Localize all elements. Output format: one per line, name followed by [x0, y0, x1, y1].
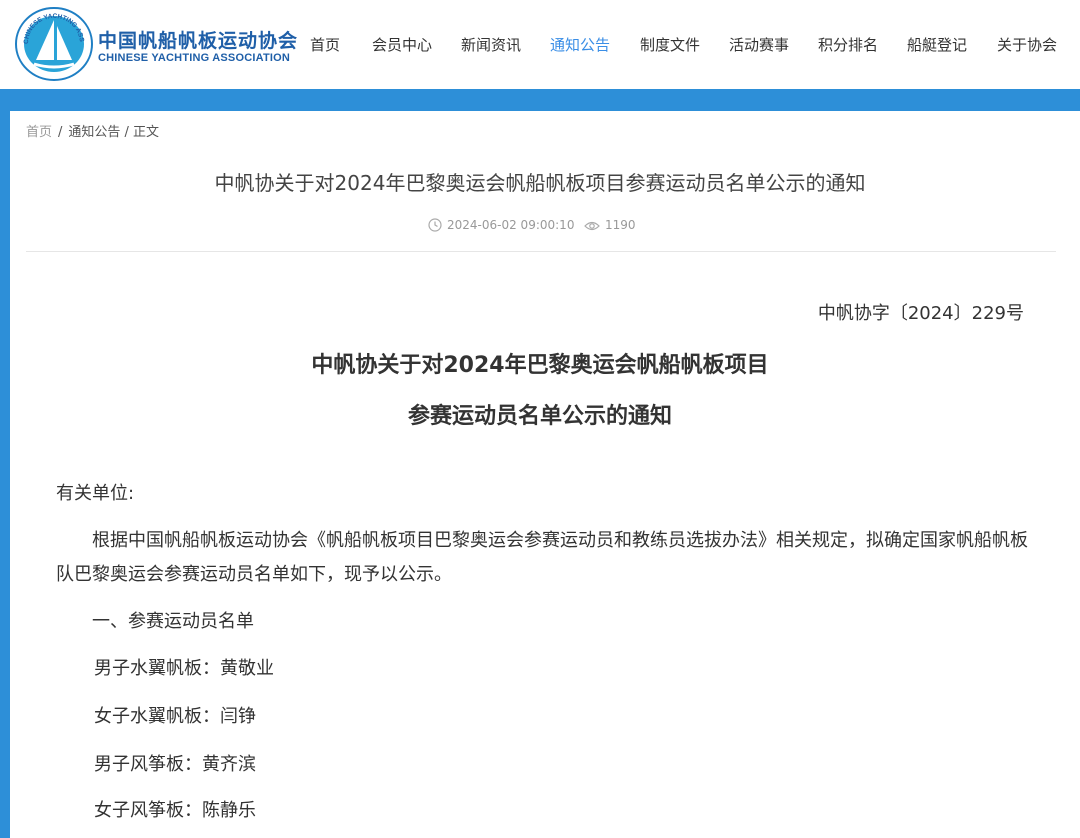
nav-events[interactable]: 活动赛事 — [729, 34, 789, 56]
athlete-entry: 男子水翼帆板：黄敬业 — [94, 658, 274, 679]
clock-icon — [428, 218, 442, 232]
publish-time: 2024-06-02 09:00:10 — [428, 218, 574, 232]
main-nav: 首页 会员中心 新闻资讯 通知公告 制度文件 活动赛事 积分排名 船艇登记 关于… — [0, 34, 1080, 56]
article-panel: 首页 / 通知公告 / 正文 中帆协关于对2024年巴黎奥运会帆船帆板项目参赛运动员… — [10, 111, 1080, 838]
nav-boat-registration[interactable]: 船艇登记 — [907, 34, 967, 56]
nav-home[interactable]: 首页 — [310, 34, 340, 56]
nav-about[interactable]: 关于协会 — [997, 34, 1057, 56]
paragraph-1-line-2: 队巴黎奥运会参赛运动员名单如下，现予以公示。 — [56, 564, 452, 585]
salutation: 有关单位: — [56, 483, 135, 504]
nav-member-center[interactable]: 会员中心 — [372, 34, 432, 56]
eye-icon — [584, 221, 600, 231]
publish-time-value: 2024-06-02 09:00:10 — [447, 218, 575, 232]
breadcrumb-separator: / — [58, 125, 63, 140]
site-header: CHINESE YACHTING ASSOCIATION 中国帆船帆板运动协会 … — [0, 0, 1080, 89]
athlete-entry: 女子风筝板：陈静乐 — [94, 800, 256, 821]
title-divider — [26, 251, 1056, 252]
breadcrumb-current[interactable]: 通知公告 / 正文 — [68, 125, 159, 140]
nav-regulations[interactable]: 制度文件 — [640, 34, 700, 56]
view-count-value: 1190 — [605, 218, 636, 232]
section-heading: 一、参赛运动员名单 — [92, 611, 254, 632]
athlete-entry: 男子风筝板：黄齐滨 — [94, 754, 256, 775]
article-title: 中帆协关于对2024年巴黎奥运会帆船帆板项目参赛运动员名单公示的通知 — [214, 171, 866, 195]
article-meta: 2024-06-02 09:00:10 1190 — [10, 218, 1080, 234]
document-title-line-2: 参赛运动员名单公示的通知 — [407, 404, 672, 429]
paragraph-1-line-1: 根据中国帆船帆板运动协会《帆船帆板项目巴黎奥运会参赛运动员和教练员选拔办法》相关… — [92, 530, 1028, 551]
document-number: 中帆协字〔2024〕229号 — [817, 303, 1024, 324]
breadcrumb: 首页 / 通知公告 / 正文 — [26, 121, 159, 140]
document-title-line-1: 中帆协关于对2024年巴黎奥运会帆船帆板项目 — [311, 353, 769, 378]
breadcrumb-home[interactable]: 首页 — [26, 125, 52, 140]
nav-rankings[interactable]: 积分排名 — [818, 34, 878, 56]
view-count: 1190 — [584, 218, 636, 232]
nav-news[interactable]: 新闻资讯 — [461, 34, 521, 56]
nav-notices[interactable]: 通知公告 — [550, 34, 610, 56]
athlete-entry: 女子水翼帆板：闫铮 — [94, 706, 256, 727]
